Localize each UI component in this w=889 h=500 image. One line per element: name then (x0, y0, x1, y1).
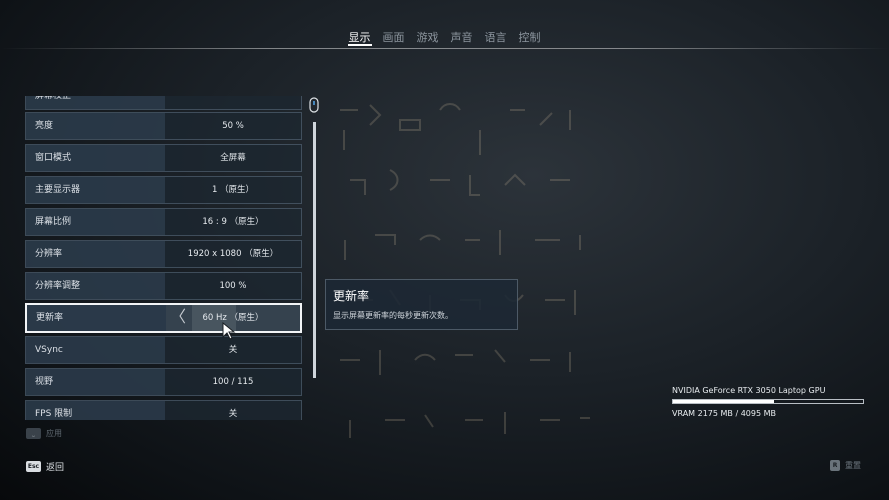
chevron-left-icon[interactable]: 〈 (170, 305, 186, 331)
setting-value: 全屏幕 (165, 145, 301, 171)
reset-label: 重置 (845, 461, 861, 470)
setting-row-vsync[interactable]: VSync 关 (25, 336, 302, 364)
setting-value: 100 % (165, 273, 301, 299)
setting-label: 分辨率调整 (26, 273, 165, 299)
gpu-name: NVIDIA GeForce RTX 3050 Laptop GPU (672, 386, 826, 395)
settings-list[interactable]: 屏幕校正 亮度 50 % 窗口模式 全屏幕 主要显示器 1 （原生） 屏幕比例 … (24, 96, 304, 420)
vram-usage-fill (673, 400, 774, 403)
setting-label: 视野 (26, 369, 165, 395)
setting-label: VSync (26, 337, 165, 363)
tab-controls[interactable]: 控制 (518, 30, 542, 46)
scrollbar-thumb[interactable] (313, 122, 316, 378)
tab-audio[interactable]: 声音 (450, 30, 474, 46)
mouse-cursor-icon (222, 322, 236, 340)
setting-value: 50 % (165, 113, 301, 139)
tab-game[interactable]: 游戏 (416, 30, 440, 46)
vram-usage-bar (672, 399, 864, 404)
setting-row-field-of-view[interactable]: 视野 100 / 115 (25, 368, 302, 396)
setting-description-panel: 更新率 显示屏幕更新率的每秒更新次数。 (325, 279, 518, 330)
setting-value (165, 96, 301, 109)
setting-row-aspect-ratio[interactable]: 屏幕比例 16 : 9 （原生） (25, 208, 302, 236)
setting-label: FPS 限制 (26, 401, 165, 420)
mouse-scroll-icon (309, 97, 319, 113)
setting-row-resolution[interactable]: 分辨率 1920 x 1080 （原生） (25, 240, 302, 268)
setting-row-fps-limit[interactable]: FPS 限制 关 (25, 400, 302, 420)
nav-divider (0, 48, 889, 49)
setting-label: 窗口模式 (26, 145, 165, 171)
setting-value: 1 （原生） (165, 177, 301, 203)
tab-display[interactable]: 显示 (347, 30, 372, 46)
setting-row-brightness[interactable]: 亮度 50 % (25, 112, 302, 140)
setting-label: 主要显示器 (26, 177, 165, 203)
back-button[interactable]: Esc 返回 (26, 460, 64, 473)
setting-label: 屏幕校正 (26, 96, 165, 109)
r-key-icon: R (830, 460, 840, 471)
setting-value: 16 : 9 （原生） (165, 209, 301, 235)
setting-row-refresh-rate[interactable]: 更新率 〈 60 Hz （原生） (25, 303, 302, 333)
apply-hint[interactable]: ⎵ 应用 (26, 428, 62, 439)
setting-row-resolution-scale[interactable]: 分辨率调整 100 % (25, 272, 302, 300)
setting-value: 关 (165, 401, 301, 420)
setting-row-primary-display[interactable]: 主要显示器 1 （原生） (25, 176, 302, 204)
keyboard-key-icon: ⎵ (26, 428, 41, 439)
setting-value: 100 / 115 (165, 369, 301, 395)
setting-label: 亮度 (26, 113, 165, 139)
setting-value: 关 (165, 337, 301, 363)
background-hieroglyph-pattern (340, 103, 590, 438)
setting-label: 更新率 (27, 305, 166, 331)
esc-key-icon: Esc (26, 461, 41, 472)
setting-row-window-mode[interactable]: 窗口模式 全屏幕 (25, 144, 302, 172)
description-title: 更新率 (333, 289, 370, 303)
apply-label: 应用 (46, 429, 62, 438)
setting-label: 分辨率 (26, 241, 165, 267)
setting-label: 屏幕比例 (26, 209, 165, 235)
description-text: 显示屏幕更新率的每秒更新次数。 (333, 311, 453, 320)
tab-language[interactable]: 语言 (484, 30, 508, 46)
top-navigation: 显示 画面 游戏 声音 语言 控制 (0, 30, 889, 46)
tab-graphics[interactable]: 画面 (382, 30, 406, 46)
vram-text: VRAM 2175 MB / 4095 MB (672, 409, 776, 418)
gpu-info: NVIDIA GeForce RTX 3050 Laptop GPU VRAM … (672, 385, 864, 419)
reset-button[interactable]: R 重置 (830, 460, 861, 471)
setting-row-screen-calibration[interactable]: 屏幕校正 (25, 96, 302, 110)
back-label: 返回 (46, 463, 65, 473)
setting-value: 1920 x 1080 （原生） (165, 241, 301, 267)
